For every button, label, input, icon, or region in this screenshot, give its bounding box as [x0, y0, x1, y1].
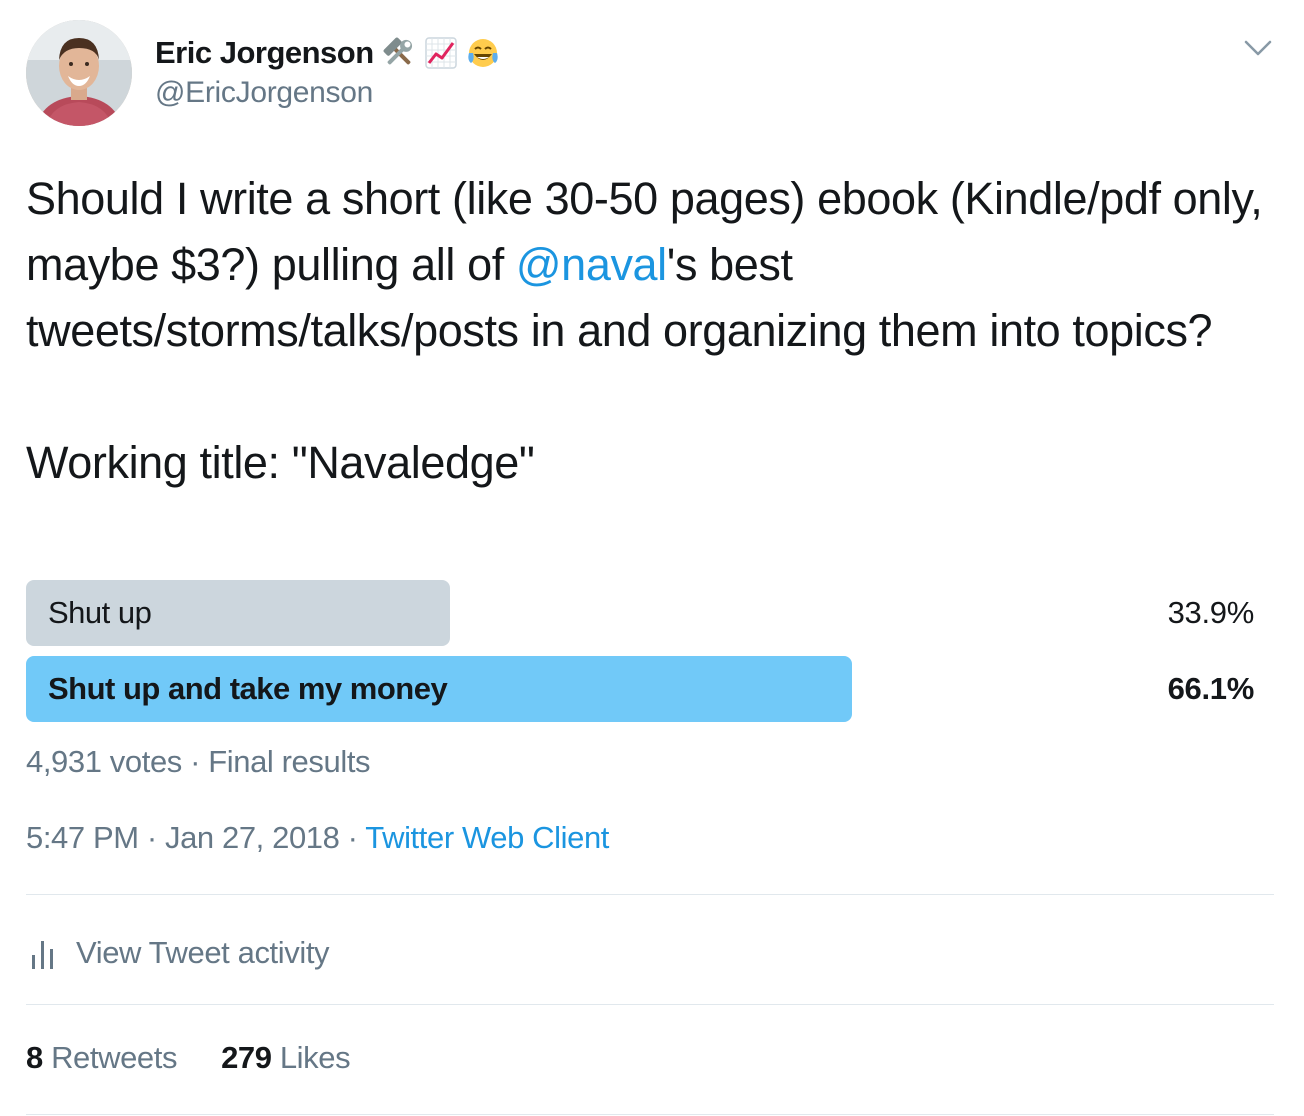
tweet-working-title: Working title: "Navaledge" — [26, 437, 535, 488]
tweet-paragraph: Should I write a short (like 30-50 pages… — [26, 166, 1276, 364]
mention-link[interactable]: @naval — [516, 239, 667, 290]
chevron-down-icon[interactable] — [1240, 34, 1276, 64]
retweets-stat[interactable]: 8 Retweets — [26, 1040, 177, 1076]
poll-option-percent: 33.9% — [1167, 595, 1255, 630]
poll-option-winner: Shut up and take my money 66.1% — [26, 656, 1254, 722]
poll-option-percent: 66.1% — [1167, 671, 1255, 706]
author-name-row[interactable]: Eric Jorgenson — [155, 34, 500, 72]
likes-count: 279 — [221, 1040, 272, 1075]
poll-option: Shut up 33.9% — [26, 580, 1254, 646]
view-tweet-activity-button[interactable]: View Tweet activity — [30, 928, 330, 978]
view-tweet-activity-label: View Tweet activity — [76, 935, 330, 970]
tweet-timestamp-row: 5:47 PM · Jan 27, 2018 · Twitter Web Cli… — [26, 820, 609, 856]
chart-increasing-icon — [424, 37, 457, 69]
poll-option-label: Shut up — [48, 595, 152, 630]
divider — [26, 1114, 1274, 1115]
author-handle[interactable]: @EricJorgenson — [155, 76, 373, 110]
retweets-count: 8 — [26, 1040, 43, 1075]
divider — [26, 894, 1274, 895]
poll-option-label: Shut up and take my money — [48, 671, 448, 706]
face-with-tears-of-joy-icon — [468, 39, 498, 67]
source-client-link[interactable]: Twitter Web Client — [365, 820, 609, 855]
author-display-name[interactable]: Eric Jorgenson — [155, 35, 374, 71]
likes-label: Likes — [279, 1040, 351, 1075]
tweet-text: Should I write a short (like 30-50 pages… — [26, 166, 1276, 496]
hammer-and-wrench-icon — [383, 37, 412, 65]
tweet-timestamp[interactable]: 5:47 PM · Jan 27, 2018 · — [26, 820, 365, 855]
bar-chart-icon — [32, 941, 53, 969]
poll-results-meta: 4,931 votes · Final results — [26, 744, 371, 779]
divider — [26, 1004, 1274, 1005]
avatar-image — [26, 20, 132, 126]
avatar[interactable] — [26, 20, 132, 126]
tweet-stats: 8 Retweets 279 Likes — [26, 1040, 351, 1076]
likes-stat[interactable]: 279 Likes — [221, 1040, 351, 1076]
retweets-label: Retweets — [51, 1040, 178, 1075]
